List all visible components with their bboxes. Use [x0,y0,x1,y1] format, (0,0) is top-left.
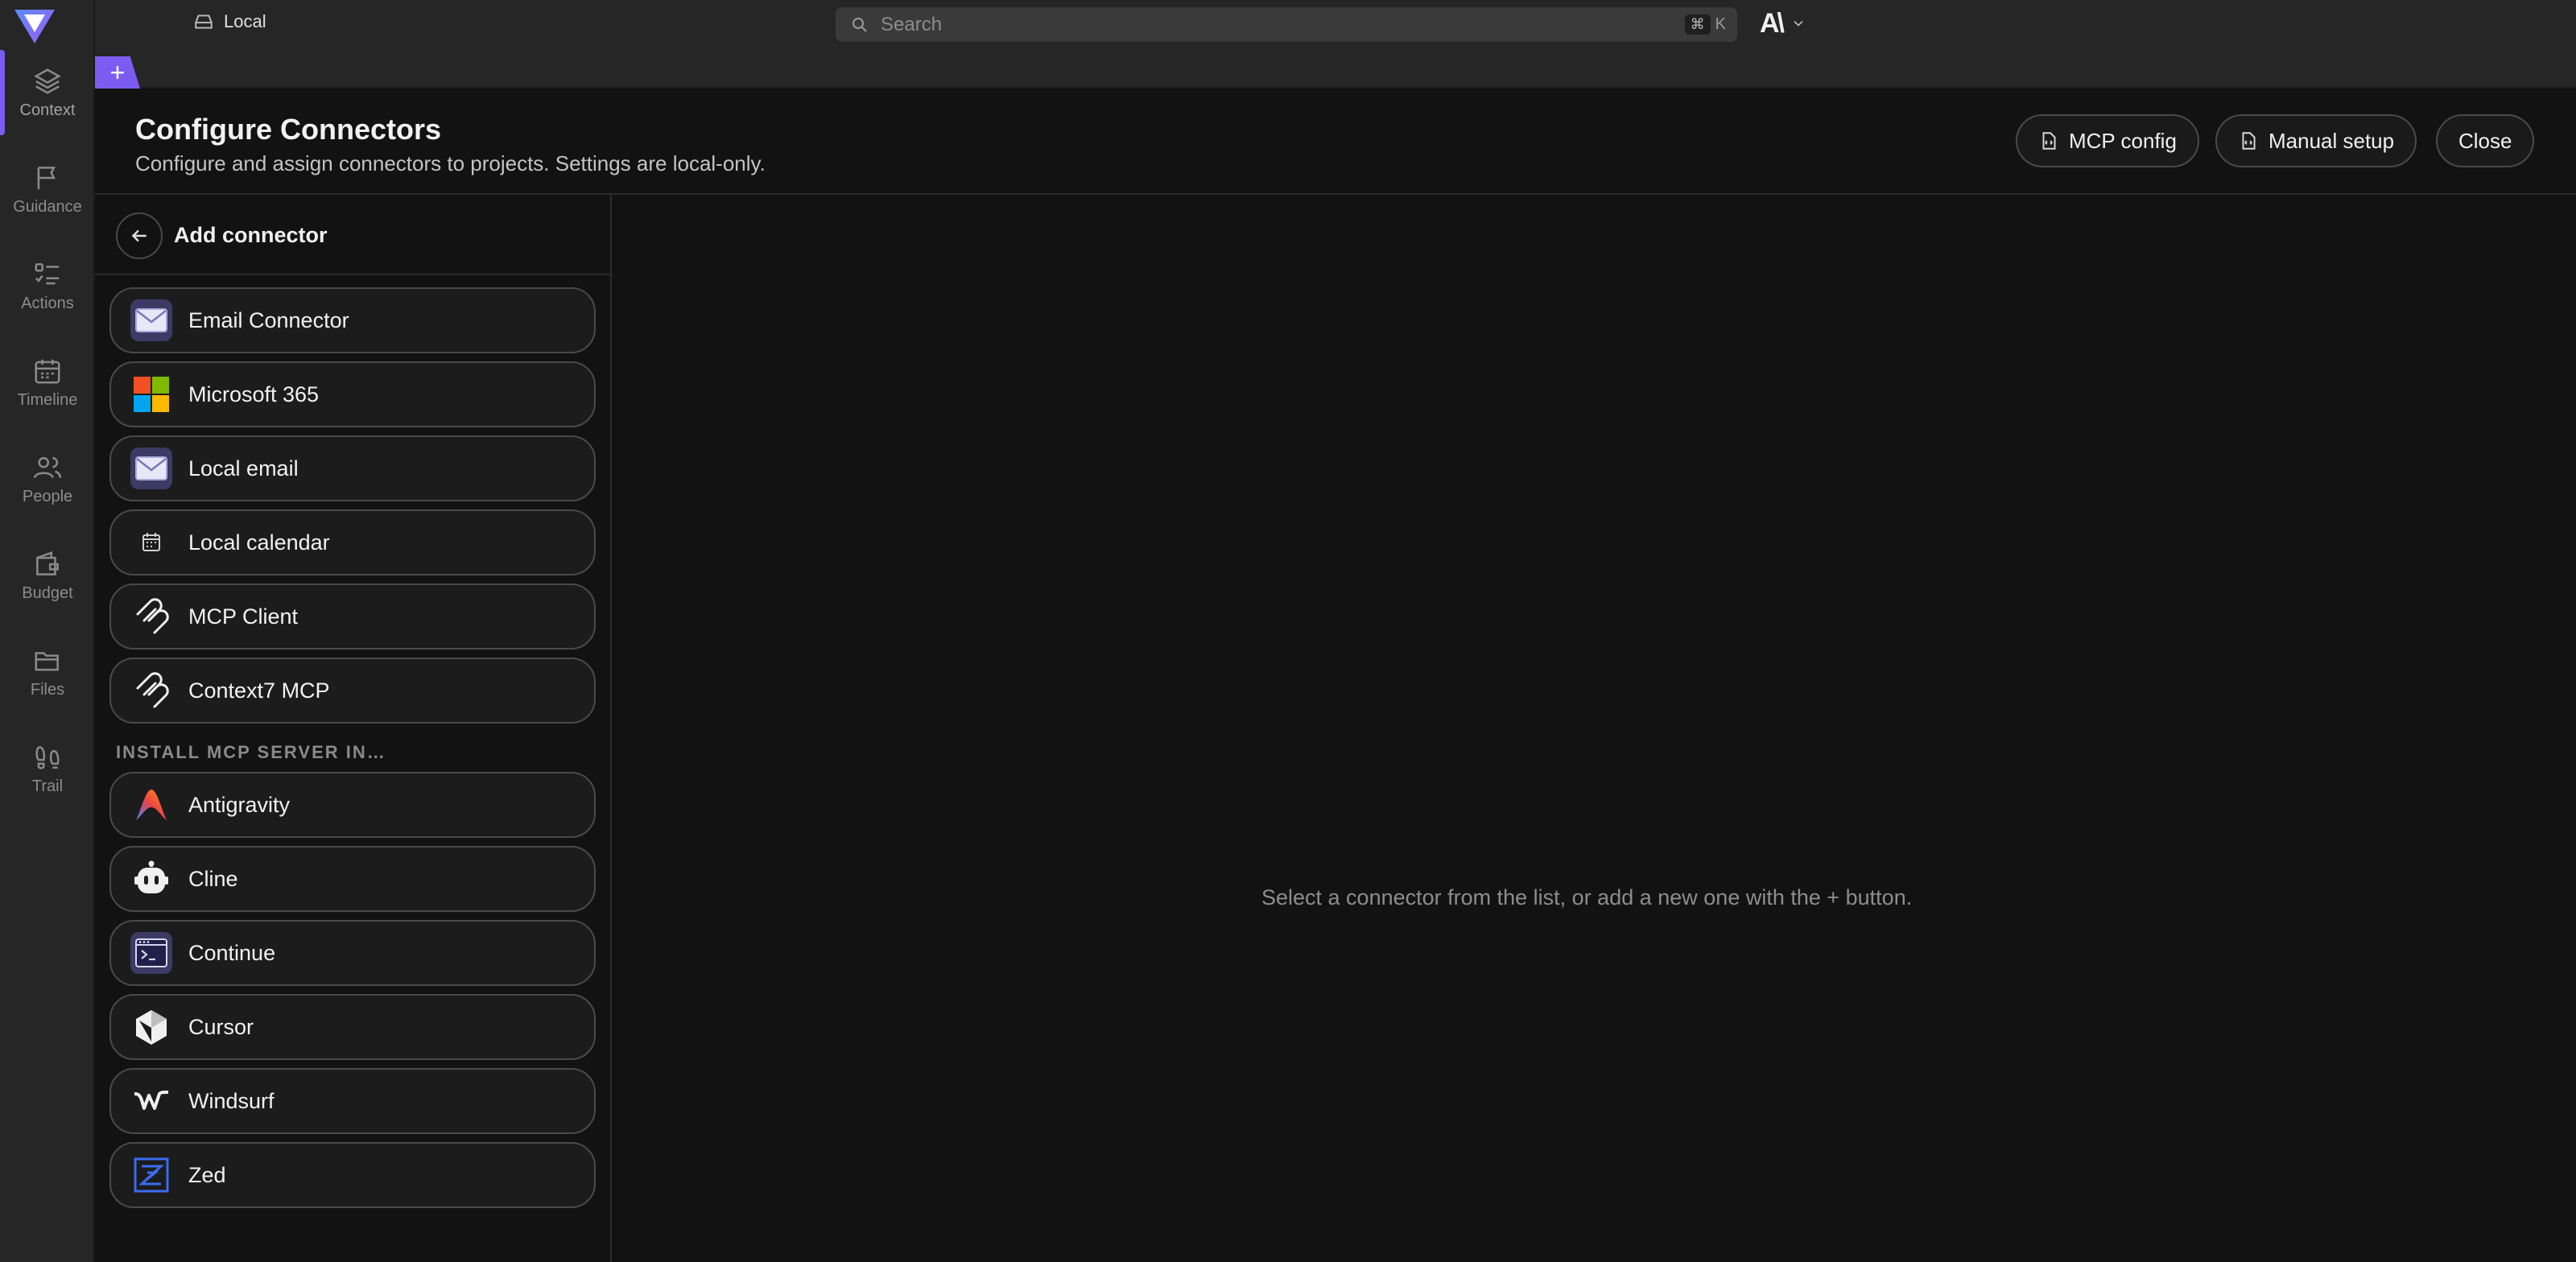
panel-header: Add connector [95,195,610,275]
connector-label: Microsoft 365 [188,381,320,406]
connector-email[interactable]: Email Connector [109,287,596,353]
rail-item-timeline[interactable]: Timeline [0,338,95,427]
page-title: Configure Connectors [135,113,442,146]
list-check-icon [35,262,60,284]
install-section-label: INSTALL MCP SERVER IN… [116,742,386,762]
app-logo-icon[interactable] [13,6,56,47]
install-windsurf[interactable]: Windsurf [109,1068,596,1134]
mcp-config-button[interactable]: MCP config [2016,114,2199,167]
zed-icon [130,1154,172,1196]
anthropic-logo: A\ [1760,8,1785,39]
workspace-selector[interactable]: Local [193,11,266,32]
file-code-icon [2042,132,2056,150]
email-icon [130,447,172,489]
back-button[interactable] [116,212,163,259]
install-cline[interactable]: Cline [109,846,596,912]
cursor-icon [130,1006,172,1048]
search-bar[interactable]: ⌘ K [836,7,1737,42]
connector-microsoft-365[interactable]: Microsoft 365 [109,361,596,427]
connector-panel: Add connector Email Connector Microsoft … [95,195,612,1262]
calendar-icon [35,359,60,384]
tab-strip: + [95,47,2576,89]
close-button[interactable]: Close [2436,114,2535,167]
install-zed[interactable]: Zed [109,1142,596,1208]
mcp-icon [130,670,172,711]
rail-label: Files [30,680,65,699]
connector-label: Context7 MCP [188,678,330,703]
windsurf-icon [130,1080,172,1122]
install-label: Cursor [188,1014,254,1039]
footprints-icon [35,745,60,769]
install-label: Cline [188,866,238,891]
install-label: Antigravity [188,792,291,817]
file-code-icon [2242,132,2256,150]
rail-label: Trail [31,777,64,795]
email-icon [130,299,172,341]
connector-context7-mcp[interactable]: Context7 MCP [109,658,596,724]
microsoft-icon [130,373,172,415]
arrow-left-icon [131,229,147,242]
rail-item-guidance[interactable]: Guidance [0,145,95,233]
page-subtitle: Configure and assign connectors to proje… [135,151,766,175]
install-cursor[interactable]: Cursor [109,994,596,1060]
wallet-icon [36,551,59,575]
rail-item-files[interactable]: Files [0,628,95,716]
install-antigravity[interactable]: Antigravity [109,772,596,838]
install-label: Zed [188,1162,226,1187]
rail-label: Timeline [17,390,78,409]
drive-icon [195,14,213,29]
connector-label: Email Connector [188,307,349,332]
left-rail: Context Guidance Actions Timeline People… [0,0,95,1262]
install-label: Continue [188,940,276,965]
account-menu[interactable]: A\ [1760,10,1806,37]
rail-item-context[interactable]: Context [0,48,95,137]
connector-local-calendar[interactable]: Local calendar [109,509,596,575]
calendar-icon [130,522,172,563]
antigravity-icon [130,784,172,826]
rail-item-budget[interactable]: Budget [0,531,95,620]
search-icon [852,17,867,32]
chevron-down-icon [1794,20,1803,27]
connector-label: MCP Client [188,604,299,629]
install-label: Windsurf [188,1088,275,1113]
shortcut-key: K [1715,15,1726,33]
empty-state-message: Select a connector from the list, or add… [1261,885,1913,909]
connector-label: Local email [188,456,299,480]
folder-icon [35,651,59,670]
new-tab-button[interactable]: + [95,56,140,89]
rail-label: Guidance [13,197,82,216]
rail-label: Actions [21,294,74,312]
manual-setup-button[interactable]: Manual setup [2215,114,2417,167]
page-header: Configure Connectors Configure and assig… [95,89,2576,195]
close-label: Close [2458,128,2512,153]
search-input[interactable] [881,13,1605,36]
rail-item-people[interactable]: People [0,435,95,523]
rail-label: Budget [22,584,73,602]
workspace-label: Local [224,11,266,31]
rail-label: Context [19,101,76,119]
cline-icon [130,858,172,900]
rail-item-trail[interactable]: Trail [0,724,95,813]
continue-icon [130,932,172,974]
mcp-icon [130,596,172,637]
connector-mcp-client[interactable]: MCP Client [109,584,596,650]
connector-label: Local calendar [188,530,330,555]
shortcut-mod: ⌘ [1684,14,1711,35]
mcp-config-label: MCP config [2069,128,2177,153]
flag-icon [37,166,56,189]
install-continue[interactable]: Continue [109,920,596,986]
manual-setup-label: Manual setup [2268,128,2395,153]
panel-title: Add connector [174,223,328,247]
layers-icon [34,68,61,94]
connector-local-email[interactable]: Local email [109,435,596,501]
rail-item-actions[interactable]: Actions [0,241,95,330]
rail-label: People [22,487,73,505]
people-icon [33,456,62,478]
search-shortcut: ⌘ K [1684,14,1726,35]
